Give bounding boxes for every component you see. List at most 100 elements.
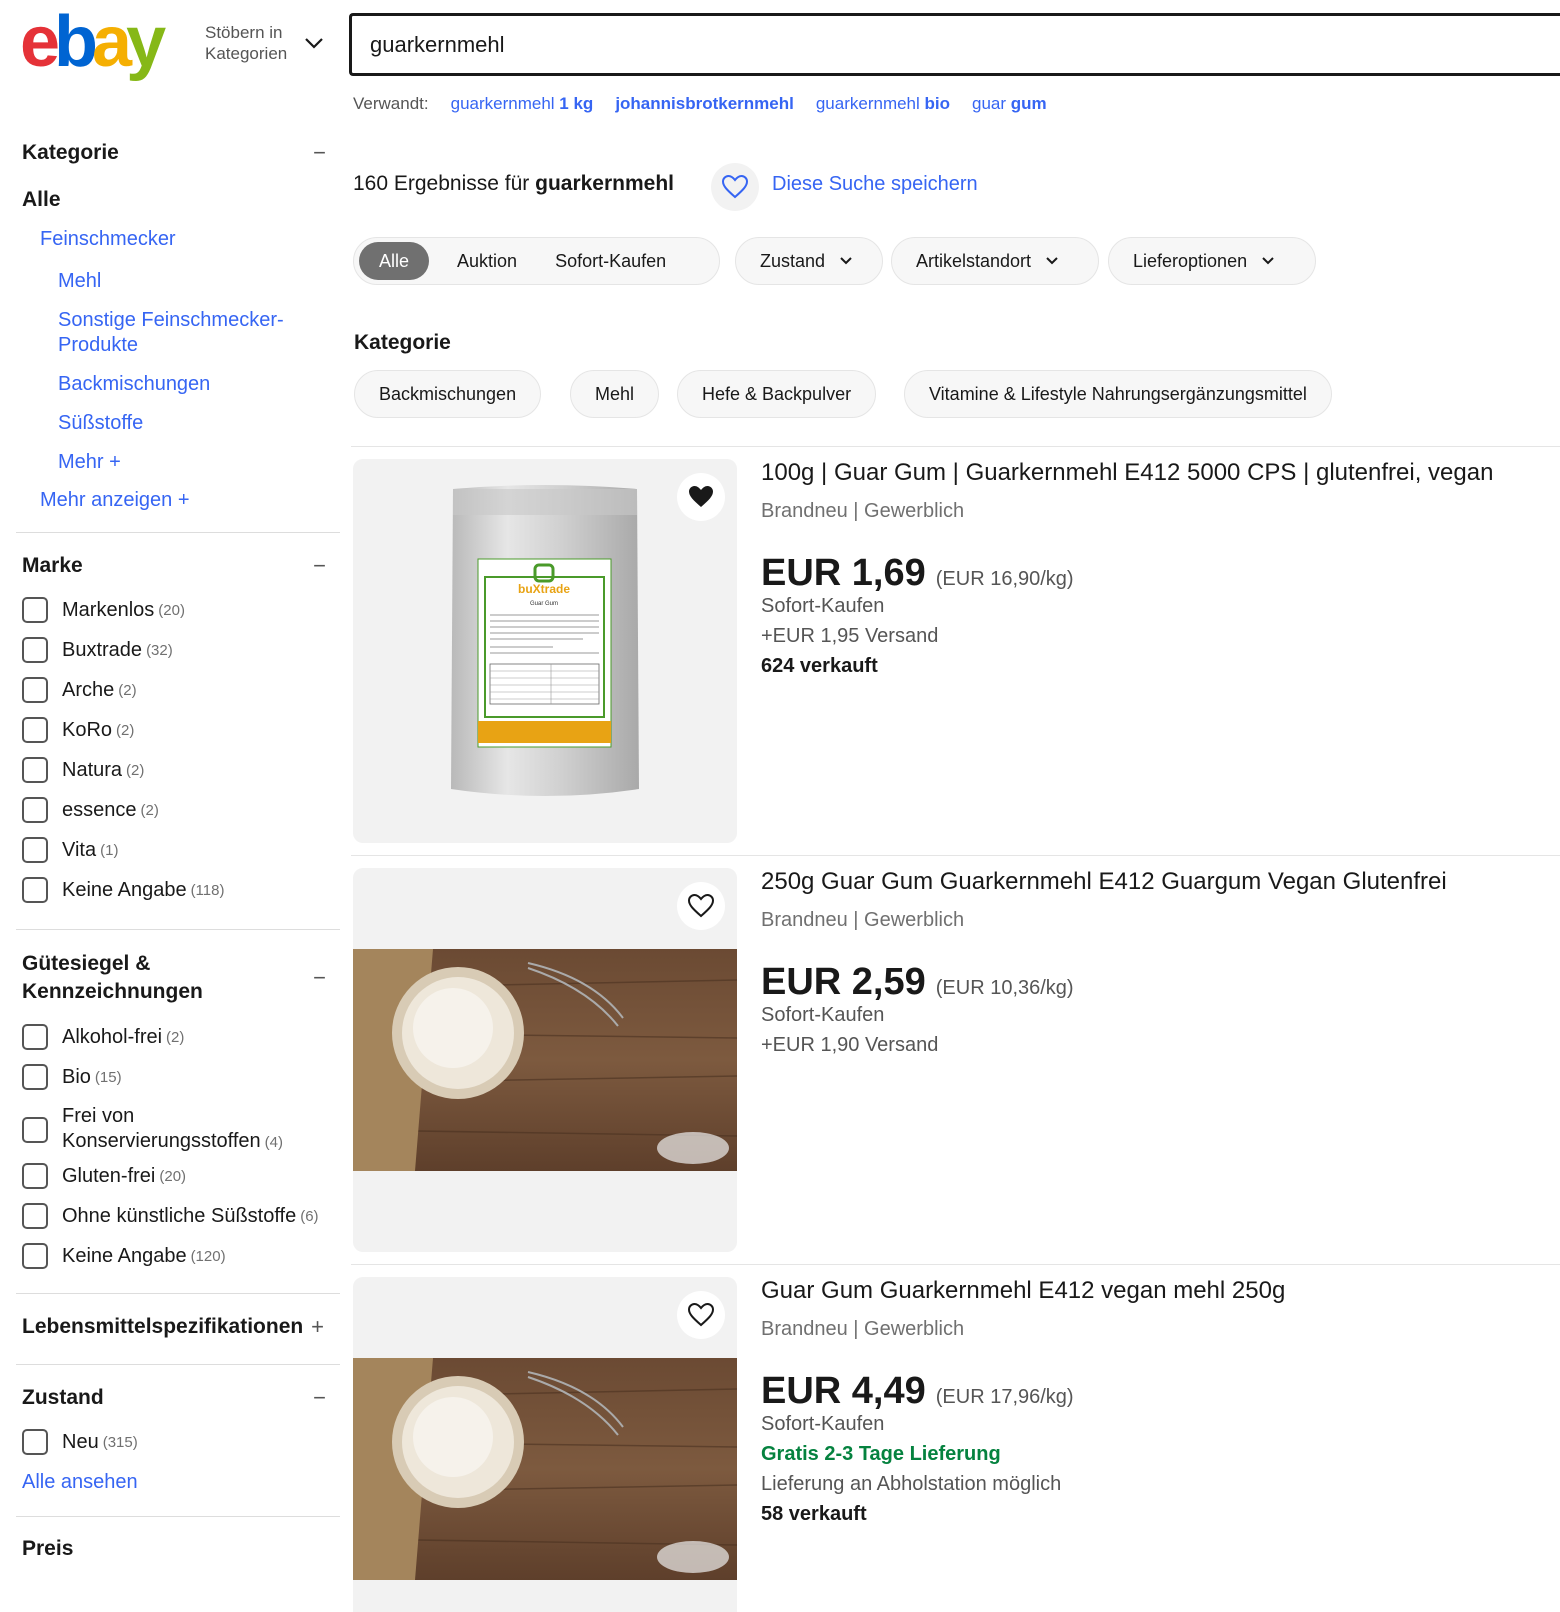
facet-lebensmittel-header[interactable]: Lebensmittelspezifikationen +	[16, 1314, 340, 1340]
facet-zustand-header[interactable]: Zustand −	[16, 1385, 340, 1411]
checkbox[interactable]	[22, 1024, 48, 1050]
filter-artikelstandort-dropdown[interactable]: Artikelstandort	[891, 237, 1099, 285]
related-link-4[interactable]: guar gum	[972, 94, 1047, 114]
checkbox[interactable]	[22, 797, 48, 823]
facet-kategorie-header[interactable]: Kategorie −	[16, 140, 340, 166]
format-sofort-kaufen[interactable]: Sofort-Kaufen	[541, 251, 680, 272]
brand-label: buXtrade	[518, 582, 570, 596]
facet-marke-header[interactable]: Marke −	[16, 553, 340, 579]
item-image[interactable]: buXtrade Guar Gum	[353, 459, 737, 843]
product-label: Guar Gum	[530, 601, 558, 607]
category-suessstoffe[interactable]: Süßstoffe	[16, 411, 340, 436]
filter-gluten-frei[interactable]: Gluten-frei (20)	[16, 1163, 340, 1189]
filter-marke-keine-angabe[interactable]: Keine Angabe (118)	[16, 877, 340, 903]
item-format: Sofort-Kaufen	[761, 1004, 885, 1026]
item-title-link[interactable]: Guar Gum Guarkernmehl E412 vegan mehl 25…	[761, 1277, 1285, 1305]
facet-guetesiegel-header[interactable]: Gütesiegel & Kennzeichnungen −	[16, 950, 340, 1006]
checkbox[interactable]	[22, 1243, 48, 1269]
filter-marke-markenlos[interactable]: Markenlos (20)	[16, 597, 340, 623]
collapse-icon[interactable]: −	[313, 140, 326, 166]
category-pill-mehl[interactable]: Mehl	[570, 370, 660, 418]
checkbox[interactable]	[22, 837, 48, 863]
divider	[351, 446, 1560, 447]
checkbox[interactable]	[22, 637, 48, 663]
item-subtitle: Brandneu | Gewerblich	[761, 909, 965, 931]
category-pills-title: Kategorie	[354, 331, 451, 354]
watch-heart-icon[interactable]	[677, 473, 725, 521]
checkbox[interactable]	[22, 597, 48, 623]
category-sonstige[interactable]: Sonstige Feinschmecker-Produkte	[16, 308, 306, 358]
related-link-1[interactable]: guarkernmehl 1 kg	[451, 94, 594, 114]
filter-marke-vita[interactable]: Vita (1)	[16, 837, 340, 863]
filter-marke-essence[interactable]: essence (2)	[16, 797, 340, 823]
facet-preis-header[interactable]: Preis	[16, 1537, 340, 1561]
collapse-icon[interactable]: −	[313, 1385, 326, 1411]
ebay-logo[interactable]: ebay	[20, 2, 196, 82]
svg-text:ebay: ebay	[20, 8, 166, 82]
filter-lieferoptionen-dropdown[interactable]: Lieferoptionen	[1108, 237, 1316, 285]
collapse-icon[interactable]: −	[313, 965, 326, 991]
item-subtitle: Brandneu | Gewerblich	[761, 1318, 965, 1340]
chevron-down-icon	[1262, 257, 1274, 265]
filter-marke-arche[interactable]: Arche (2)	[16, 677, 340, 703]
filter-marke-koro[interactable]: KoRo (2)	[16, 717, 340, 743]
checkbox[interactable]	[22, 1116, 48, 1143]
item-image[interactable]	[353, 868, 737, 1252]
category-mehr[interactable]: Mehr +	[16, 450, 340, 475]
save-search-link[interactable]: Diese Suche speichern	[772, 173, 978, 196]
related-searches: Verwandt: guarkernmehl 1 kg johannisbrot…	[353, 94, 1047, 114]
show-more-categories[interactable]: Mehr anzeigen +	[16, 489, 340, 512]
category-pill-backmischungen[interactable]: Backmischungen	[354, 370, 542, 418]
filter-ohne-kuenstliche-suessstoffe[interactable]: Ohne künstliche Süßstoffe (6)	[16, 1203, 340, 1229]
filter-zustand-neu[interactable]: Neu (315)	[16, 1429, 340, 1455]
filter-frei-von-konservierungsstoffen[interactable]: Frei von Konservierungsstoffen (4)	[16, 1104, 340, 1155]
category-pill-vitamine[interactable]: Vitamine & Lifestyle Nahrungsergänzungsm…	[904, 370, 1332, 418]
category-pill-hefe[interactable]: Hefe & Backpulver	[677, 370, 877, 418]
item-title-link[interactable]: 100g | Guar Gum | Guarkernmehl E412 5000…	[761, 459, 1493, 487]
category-backmischungen[interactable]: Backmischungen	[16, 372, 340, 397]
search-input[interactable]	[352, 16, 1560, 73]
see-all-link[interactable]: Alle ansehen	[16, 1471, 340, 1494]
checkbox[interactable]	[22, 677, 48, 703]
checkbox[interactable]	[22, 1064, 48, 1090]
category-feinschmecker[interactable]: Feinschmecker	[16, 228, 340, 251]
filter-marke-buxtrade[interactable]: Buxtrade (32)	[16, 637, 340, 663]
chevron-down-icon[interactable]	[303, 32, 325, 54]
chevron-down-icon	[1046, 257, 1058, 265]
item-sold-count: 624 verkauft	[761, 655, 878, 677]
filter-zustand-dropdown[interactable]: Zustand	[735, 237, 883, 285]
filter-bio[interactable]: Bio (15)	[16, 1064, 340, 1090]
checkbox[interactable]	[22, 1203, 48, 1229]
item-image[interactable]	[353, 1277, 737, 1612]
category-mehl[interactable]: Mehl	[16, 269, 340, 294]
browse-label-line2: Kategorien	[205, 44, 288, 63]
divider	[16, 1364, 340, 1365]
flour-bowl-image	[353, 949, 737, 1171]
filter-alkohol-frei[interactable]: Alkohol-frei (2)	[16, 1024, 340, 1050]
search-box[interactable]	[349, 13, 1560, 76]
watch-heart-icon[interactable]	[677, 1291, 725, 1339]
related-link-2[interactable]: johannisbrotkernmehl	[615, 94, 794, 114]
format-alle[interactable]: Alle	[359, 242, 430, 280]
save-search-heart-icon[interactable]	[711, 163, 759, 211]
checkbox[interactable]	[22, 1429, 48, 1455]
divider	[351, 855, 1560, 856]
checkbox[interactable]	[22, 757, 48, 783]
format-auktion[interactable]: Auktion	[443, 251, 531, 272]
product-pouch-image: buXtrade Guar Gum	[451, 485, 639, 796]
collapse-icon[interactable]: −	[313, 553, 326, 579]
filter-guetesiegel-keine-angabe[interactable]: Keine Angabe (120)	[16, 1243, 340, 1269]
expand-icon[interactable]: +	[311, 1314, 324, 1340]
item-format: Sofort-Kaufen	[761, 1413, 885, 1435]
divider	[351, 1264, 1560, 1265]
watch-heart-icon[interactable]	[677, 882, 725, 930]
divider	[16, 532, 340, 533]
checkbox[interactable]	[22, 877, 48, 903]
browse-categories-button[interactable]: Stöbern in Kategorien	[205, 22, 287, 64]
related-link-3[interactable]: guarkernmehl bio	[816, 94, 950, 114]
item-free-delivery: Gratis 2-3 Tage Lieferung	[761, 1443, 1001, 1465]
checkbox[interactable]	[22, 1163, 48, 1189]
checkbox[interactable]	[22, 717, 48, 743]
filter-marke-natura[interactable]: Natura (2)	[16, 757, 340, 783]
item-title-link[interactable]: 250g Guar Gum Guarkernmehl E412 Guargum …	[761, 868, 1447, 896]
